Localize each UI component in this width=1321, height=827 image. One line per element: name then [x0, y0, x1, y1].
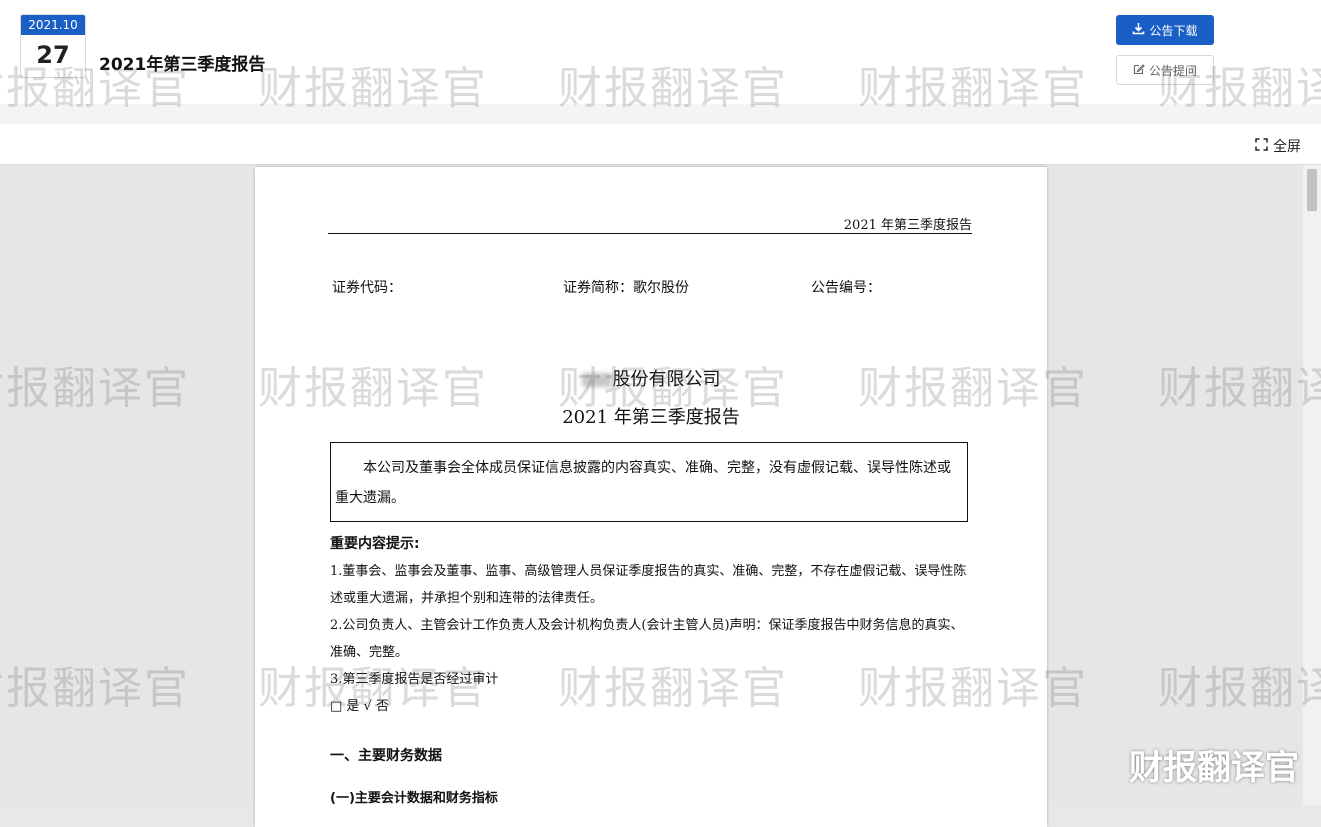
- important-tips-heading: 重要内容提示:: [330, 536, 420, 552]
- scrollbar-thumb[interactable]: [1307, 169, 1317, 211]
- announcement-number-label: 公告编号：: [811, 280, 881, 296]
- corner-watermark: 财报翻译官: [1129, 748, 1299, 788]
- date-month: 2021.10: [21, 15, 85, 35]
- ask-question-button[interactable]: 公告提问: [1116, 55, 1214, 85]
- fullscreen-button[interactable]: 全屏: [1255, 136, 1301, 156]
- header-separator: [0, 104, 1321, 124]
- fullscreen-label: 全屏: [1273, 139, 1301, 155]
- tip-paragraph-3: 3.第三季度报告是否经过审计: [330, 672, 499, 687]
- document-viewer[interactable]: 2021 年第三季度报告 证券代码： 证券简称：歌尔股份 公告编号： 股份有限公…: [0, 165, 1321, 827]
- tip-paragraph-1: 1.董事会、监事会及董事、监事、高级管理人员保证季度报告的真实、准确、完整，不存…: [330, 564, 967, 606]
- tip-paragraph-2: 2.公司负责人、主管会计工作负责人及会计机构负责人(会计主管人员)声明：保证季度…: [330, 618, 964, 660]
- download-button[interactable]: 公告下载: [1116, 15, 1214, 45]
- redacted-text: [581, 373, 612, 387]
- doc-header-rule: [328, 233, 972, 234]
- document-page: 2021 年第三季度报告 证券代码： 证券简称：歌尔股份 公告编号： 股份有限公…: [255, 167, 1047, 827]
- disclaimer-box: 本公司及董事会全体成员保证信息披露的内容真实、准确、完整，没有虚假记载、误导性陈…: [330, 442, 968, 522]
- securities-code-label: 证券代码：: [332, 280, 402, 296]
- ask-question-label: 公告提问: [1148, 63, 1197, 78]
- section-heading-financial-data: 一、主要财务数据: [330, 748, 442, 764]
- date-badge: 2021.10 27: [20, 14, 86, 78]
- date-day: 27: [36, 41, 70, 69]
- disclaimer-text: 本公司及董事会全体成员保证信息披露的内容真实、准确、完整，没有虚假记载、误导性陈…: [335, 460, 951, 506]
- page-title: 2021年第三季度报告: [99, 55, 266, 75]
- viewer-toolbar: 全屏: [0, 124, 1321, 165]
- company-name-text: 股份有限公司: [612, 369, 721, 390]
- top-header: 2021.10 27 2021年第三季度报告 公告下载 公告提问: [0, 0, 1321, 104]
- edit-icon: [1133, 63, 1145, 78]
- securities-name-label: 证券简称：歌尔股份: [563, 280, 689, 296]
- company-name: 股份有限公司: [255, 365, 1047, 391]
- download-label: 公告下载: [1149, 23, 1198, 38]
- audit-options: □ 是 √ 否: [330, 699, 389, 714]
- report-title: 2021 年第三季度报告: [562, 407, 740, 428]
- vertical-scrollbar[interactable]: [1303, 165, 1321, 805]
- doc-running-header: 2021 年第三季度报告: [843, 218, 972, 233]
- fullscreen-icon: [1255, 137, 1268, 155]
- subsection-heading-accounting-data: (一)主要会计数据和财务指标: [330, 791, 498, 806]
- download-icon: [1132, 22, 1145, 38]
